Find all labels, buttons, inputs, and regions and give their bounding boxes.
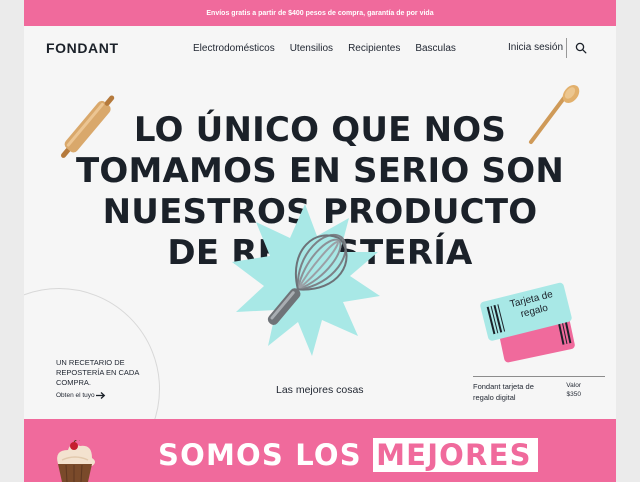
gift-card-name[interactable]: Fondant tarjeta de regalo digital bbox=[473, 381, 553, 403]
whisk-starburst-image bbox=[220, 196, 390, 366]
menu-item-recipientes[interactable]: Recipientes bbox=[348, 43, 400, 54]
search-icon[interactable] bbox=[575, 42, 587, 54]
nav-divider bbox=[566, 38, 567, 58]
menu-item-basculas[interactable]: Basculas bbox=[415, 43, 456, 54]
obten-link[interactable]: Obten el tuyo bbox=[56, 392, 95, 399]
valor-label: Valor bbox=[566, 382, 581, 389]
promo-text: Envíos gratis a partir de $400 pesos de … bbox=[206, 9, 434, 17]
login-link[interactable]: Inicia sesión bbox=[508, 42, 563, 53]
headline-line: LO ÚNICO QUE NOS bbox=[133, 110, 507, 150]
arrow-right-icon[interactable] bbox=[95, 391, 106, 400]
band-headline-plain: SOMOS LOS bbox=[158, 438, 362, 472]
gift-card-price: Valor $350 bbox=[564, 381, 581, 399]
top-nav: FONDANT Electrodomésticos Utensilios Rec… bbox=[24, 26, 616, 70]
gift-card-image[interactable]: Tarjeta de regalo bbox=[479, 280, 579, 370]
page: Envíos gratis a partir de $400 pesos de … bbox=[24, 0, 616, 482]
gift-divider bbox=[473, 376, 605, 377]
cupcake-image bbox=[52, 440, 98, 482]
main-menu: Electrodomésticos Utensilios Recipientes… bbox=[193, 43, 456, 54]
recetario-text: UN RECETARIO DE REPOSTERÍA EN CADA COMPR… bbox=[56, 358, 139, 387]
mejores-cosas-label: Las mejores cosas bbox=[276, 384, 364, 396]
headline-line: TOMAMOS EN SERIO SON bbox=[76, 151, 564, 191]
menu-item-electrodomesticos[interactable]: Electrodomésticos bbox=[193, 43, 275, 54]
valor-value: $350 bbox=[566, 391, 581, 398]
band-headline: SOMOS LOS MEJORES bbox=[158, 438, 538, 472]
menu-item-utensilios[interactable]: Utensilios bbox=[290, 43, 333, 54]
logo[interactable]: FONDANT bbox=[46, 40, 119, 56]
promo-bar: Envíos gratis a partir de $400 pesos de … bbox=[24, 0, 616, 26]
band-headline-highlight: MEJORES bbox=[373, 438, 538, 472]
